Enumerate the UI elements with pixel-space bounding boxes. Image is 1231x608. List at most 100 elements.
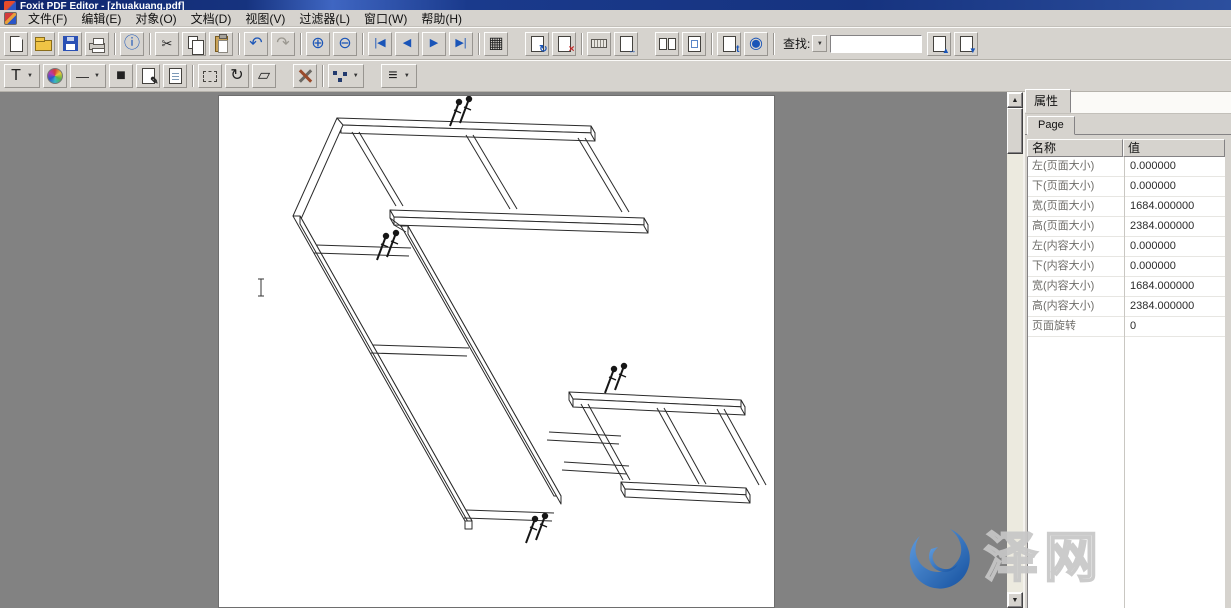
menu-bar: 文件(F) 编辑(E) 对象(O) 文档(D) 视图(V) 过滤器(L) 窗口(… [0,10,1231,27]
menu-help[interactable]: 帮助(H) [414,9,469,28]
copy-icon [188,36,198,49]
pencil-icon: ✎ [150,77,158,87]
property-name: 左(页面大小) [1028,157,1124,176]
main-area: ▲ ▼ 属性 Page 名称 值 左(页面大小) 0.0000 [0,92,1231,608]
fill-style-button[interactable]: ■ [109,64,133,88]
edit-object-button[interactable]: ✎ [136,64,160,88]
table-row[interactable]: 左(页面大小) 0.000000 [1028,157,1225,177]
chevron-down-icon: ▼ [404,73,410,79]
undo-button[interactable]: ↶ [244,32,268,56]
scroll-down-button[interactable]: ▼ [1007,592,1023,608]
fit-page-button[interactable] [682,32,706,56]
first-page-button[interactable]: |◀ [368,32,392,56]
table-row[interactable]: 左(内容大小) 0.000000 [1028,237,1225,257]
open-button[interactable] [31,32,55,56]
text-caret [258,279,264,296]
column-header-name[interactable]: 名称 [1027,139,1123,157]
menu-edit[interactable]: 编辑(E) [74,9,128,28]
save-button[interactable] [58,32,82,56]
find-input[interactable] [830,35,922,53]
standard-toolbar: ⓘ ✂ ↶ ↷ ⊕ ⊖ |◀ ◀ ▶ ▶| ▦ ↻ × ↔ t ◉ 查找: ▼ … [0,27,1231,60]
table-row[interactable]: 下(内容大小) 0.000000 [1028,257,1225,277]
panel-subtab-page[interactable]: Page [1027,116,1075,135]
text-extract-button[interactable]: t [717,32,741,56]
table-row[interactable]: 页面旋转 0 [1028,317,1225,337]
scrollbar-track[interactable] [1007,154,1023,592]
find-options-dropdown[interactable]: ▼ [812,35,827,52]
page-thumbnails-button[interactable]: ▦ [484,32,508,56]
panel-title-bar: 属性 [1025,92,1231,114]
previous-page-button[interactable]: ◀ [395,32,419,56]
select-object-button[interactable] [198,64,222,88]
property-value: 2384.000000 [1124,297,1225,316]
menu-window[interactable]: 窗口(W) [357,9,414,28]
page-icon: ✎ [142,68,155,84]
line-style-button[interactable]: —▼ [70,64,106,88]
fit-width-button[interactable]: ↔ [614,32,638,56]
zoom-out-button[interactable]: ⊖ [333,32,357,56]
redo-button[interactable]: ↷ [271,32,295,56]
property-grid: 名称 值 左(页面大小) 0.000000 下(页面大小) 0.000000 宽… [1027,139,1225,608]
menu-filter[interactable]: 过滤器(L) [292,9,357,28]
toolbar-separator [478,33,480,55]
chevron-down-icon: ▼ [817,41,823,47]
print-button[interactable] [85,32,109,56]
redo-arrow-icon: ↷ [276,36,289,52]
line-icon: — [76,70,89,83]
table-row[interactable]: 宽(内容大小) 1684.000000 [1028,277,1225,297]
table-row[interactable]: 宽(页面大小) 1684.000000 [1028,197,1225,217]
scroll-up-button[interactable]: ▲ [1007,92,1023,108]
document-canvas[interactable] [0,92,1007,608]
document-info-button[interactable]: ⓘ [120,32,144,56]
vertical-scrollbar[interactable]: ▲ ▼ [1007,92,1023,608]
node-edit-button[interactable]: ▼ [328,64,364,88]
chevron-down-icon: ▼ [27,73,33,79]
page-icon [688,36,701,52]
align-button[interactable]: ≡▼ [381,64,417,88]
skew-object-button[interactable]: ▱ [252,64,276,88]
panel-tab-properties[interactable]: 属性 [1025,89,1071,113]
arrow-down-icon: ▼ [969,47,977,55]
info-icon: ⓘ [124,36,140,52]
table-row[interactable]: 高(内容大小) 2384.000000 [1028,297,1225,317]
find-next-document-button[interactable]: ▼ [954,32,978,56]
toolbar-separator [773,33,775,55]
edit-content-button[interactable] [163,64,187,88]
column-header-value[interactable]: 值 [1123,139,1225,157]
new-document-button[interactable] [4,32,28,56]
color-picker-button[interactable] [43,64,67,88]
fit-width-arrows-icon: ↔ [629,47,637,55]
cut-button[interactable]: ✂ [155,32,179,56]
menu-view[interactable]: 视图(V) [238,9,292,28]
tools-button[interactable] [293,64,317,88]
copy-button[interactable] [182,32,206,56]
property-name: 高(内容大小) [1028,297,1124,316]
find-previous-document-button[interactable]: ▲ [927,32,951,56]
table-row[interactable]: 高(页面大小) 2384.000000 [1028,217,1225,237]
last-page-button[interactable]: ▶| [449,32,473,56]
delete-page-button[interactable]: × [552,32,576,56]
scrollbar-thumb[interactable] [1007,108,1023,154]
property-value: 2384.000000 [1124,217,1225,236]
pdf-page[interactable] [218,95,775,608]
next-page-button[interactable]: ▶ [422,32,446,56]
save-floppy-icon [63,36,78,51]
zoom-in-button[interactable]: ⊕ [306,32,330,56]
import-page-button[interactable]: ↻ [525,32,549,56]
menu-document[interactable]: 文档(D) [184,9,239,28]
page-icon: ▲ [933,36,946,52]
text-tool-button[interactable]: T▼ [4,64,40,88]
keyboard-button[interactable] [587,32,611,56]
object-inspect-button[interactable]: ◉ [744,32,768,56]
menu-object[interactable]: 对象(O) [128,9,183,28]
rotate-object-button[interactable]: ↻ [225,64,249,88]
menu-file[interactable]: 文件(F) [21,9,74,28]
paste-button[interactable] [209,32,233,56]
properties-table: 左(页面大小) 0.000000 下(页面大小) 0.000000 宽(页面大小… [1027,157,1225,608]
table-row[interactable]: 下(页面大小) 0.000000 [1028,177,1225,197]
scissors-icon: ✂ [162,37,173,50]
application-window: Foxit PDF Editor - [zhuakuang.pdf] 文件(F)… [0,0,1231,608]
two-page-view-button[interactable] [655,32,679,56]
page-icon: ▼ [960,36,973,52]
text-tool-icon: T [11,68,21,84]
